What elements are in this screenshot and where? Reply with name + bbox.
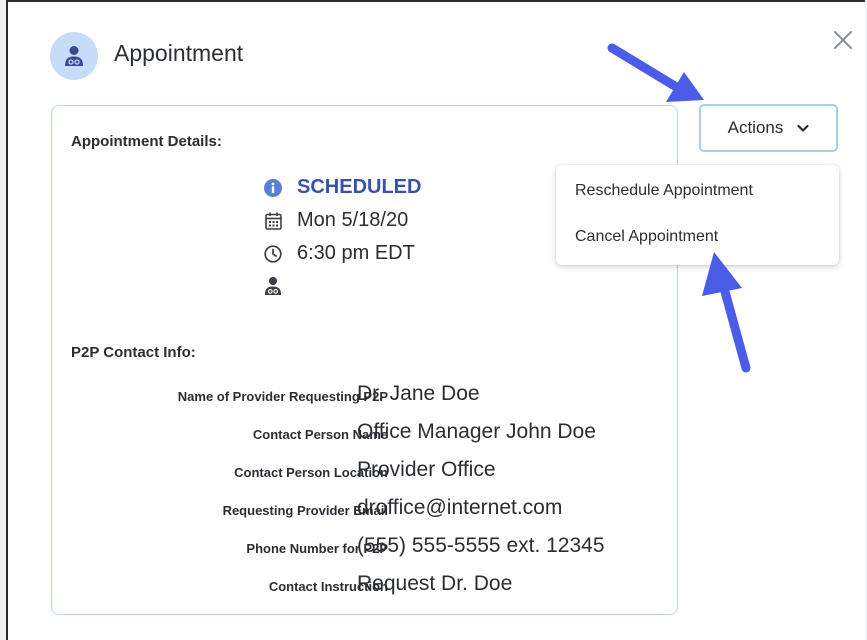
p2p-contact-heading: P2P Contact Info: [71, 344, 196, 361]
reschedule-appointment-item[interactable]: Reschedule Appointment [575, 182, 753, 200]
contact-row: Contact Person Name Office Manager John … [50, 420, 670, 450]
appointment-time: 6:30 pm EDT [297, 242, 415, 264]
doctor-icon [263, 276, 283, 296]
contact-value: Dr. Jane Doe [357, 382, 480, 405]
chevron-down-icon [797, 118, 809, 138]
status-row: SCHEDULED [263, 176, 421, 199]
provider-row [263, 276, 283, 296]
contact-value: Office Manager John Doe [357, 420, 596, 443]
contact-value: Provider Office [357, 458, 496, 481]
appointment-date: Mon 5/18/20 [297, 209, 409, 231]
contact-value: Request Dr. Doe [357, 572, 513, 595]
calendar-icon [263, 211, 283, 231]
contact-row: Phone Number for P2P (555) 555-5555 ext.… [50, 534, 670, 564]
contact-row: Contact Person Location Provider Office [50, 458, 670, 488]
contact-row: Name of Provider Requesting P2P Dr. Jane… [50, 382, 670, 412]
time-row: 6:30 pm EDT [263, 242, 415, 265]
contact-row: Contact Instruction Request Dr. Doe [50, 572, 670, 602]
actions-menu: Reschedule Appointment Cancel Appointmen… [556, 165, 839, 265]
doctor-icon [50, 32, 98, 80]
date-row: Mon 5/18/20 [263, 209, 408, 232]
close-icon[interactable] [831, 28, 855, 52]
contact-row: Requesting Provider Email droffice@inter… [50, 496, 670, 526]
contact-value: (555) 555-5555 ext. 12345 [357, 534, 605, 557]
dialog-title: Appointment [114, 40, 244, 66]
actions-button[interactable]: Actions [699, 104, 838, 152]
appointment-status: SCHEDULED [297, 176, 422, 198]
contact-value: droffice@internet.com [357, 496, 563, 519]
clock-icon [263, 244, 283, 264]
info-icon [263, 178, 283, 198]
annotation-arrow [702, 252, 751, 373]
actions-button-label: Actions [727, 118, 784, 137]
annotation-arrow [607, 43, 704, 102]
appointment-details-heading: Appointment Details: [71, 133, 222, 150]
cancel-appointment-item[interactable]: Cancel Appointment [575, 228, 718, 246]
